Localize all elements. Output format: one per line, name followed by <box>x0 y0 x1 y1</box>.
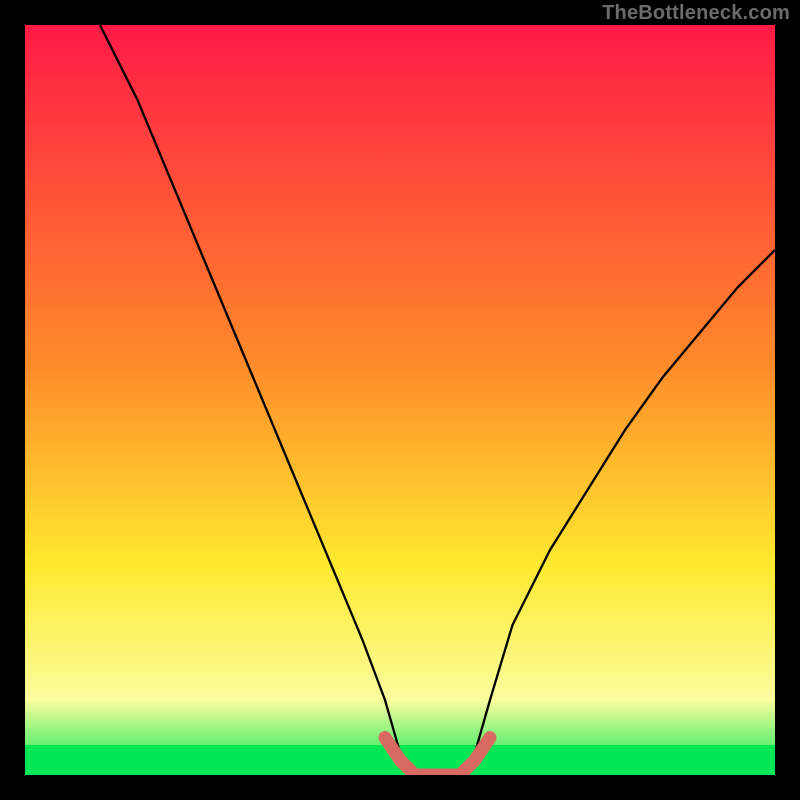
gradient-background <box>25 25 775 775</box>
watermark-text: TheBottleneck.com <box>602 2 790 25</box>
plot-area <box>25 25 775 775</box>
chart-container: TheBottleneck.com <box>0 0 800 800</box>
bottleneck-chart <box>25 25 775 775</box>
